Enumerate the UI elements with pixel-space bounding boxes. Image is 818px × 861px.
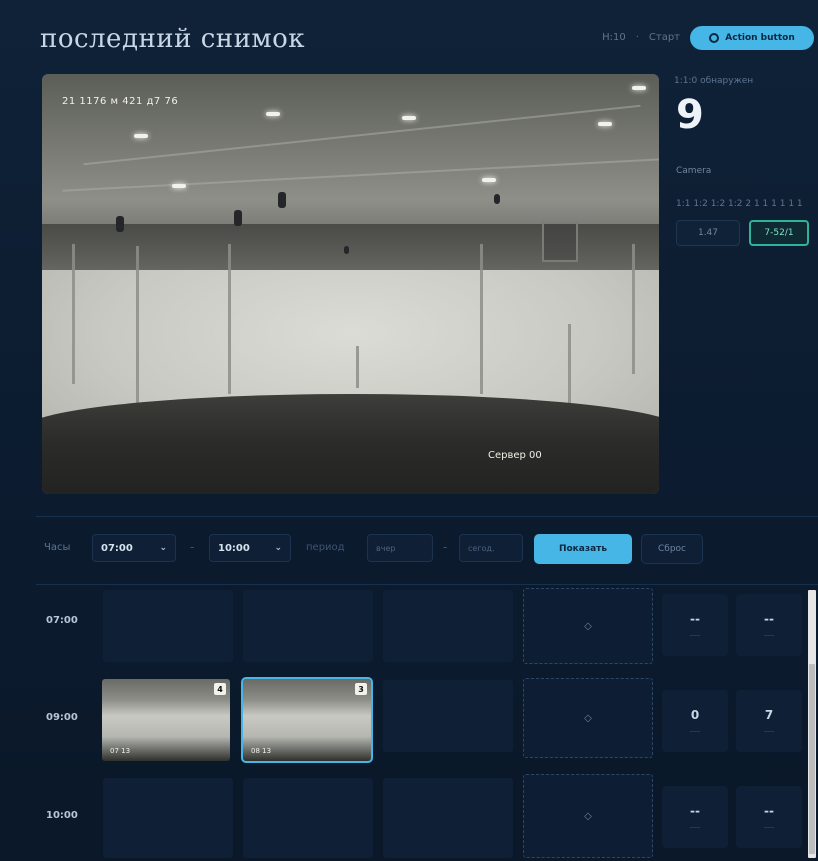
apply-button[interactable]: Показать (534, 534, 632, 564)
ceiling-lamp (632, 86, 646, 90)
ceiling-lamp (482, 178, 496, 182)
hour-to-value: 10:00 (218, 542, 250, 554)
date-label: период (306, 542, 345, 553)
stat-box: -- ----- (662, 786, 728, 848)
stat-box-label: ----- (689, 631, 701, 639)
snapshot-thumbnail-selected[interactable]: 3 08 13 (241, 677, 373, 763)
stat-box-label: ----- (689, 727, 701, 735)
stat-chip[interactable]: 1.47 (676, 220, 740, 246)
header-meta-label: Старт (648, 32, 680, 43)
ceiling-lamp (266, 112, 280, 116)
scrollbar[interactable] (808, 590, 816, 858)
ceiling-lamp (134, 134, 148, 138)
stat-box: 7 ----- (736, 690, 802, 752)
ceiling-beam (62, 158, 659, 192)
stat-box-label: ----- (763, 823, 775, 831)
stat-box-value: 0 (690, 707, 700, 722)
glass-post (72, 244, 75, 384)
stat-box-value: 7 (764, 707, 774, 722)
divider (36, 516, 818, 517)
grid-cell[interactable] (383, 680, 513, 752)
hour-to-select[interactable]: 10:00 ⌄ (209, 534, 291, 562)
range-dash: - (190, 540, 195, 554)
rink-boards (42, 394, 659, 494)
glass-post (228, 244, 231, 394)
player (234, 210, 242, 226)
hour-from-select[interactable]: 07:00 ⌄ (92, 534, 176, 562)
glass-post (632, 244, 635, 374)
grid-cell[interactable] (383, 590, 513, 662)
ceiling-lamp (172, 184, 186, 188)
empty-slot-icon: ◇ (584, 712, 592, 724)
empty-slot[interactable]: ◇ (523, 678, 653, 758)
glass-post (136, 246, 139, 426)
stat-box-label: ----- (689, 823, 701, 831)
chevron-down-icon: ⌄ (159, 543, 167, 553)
stat-box-value: -- (690, 611, 700, 626)
date-from-input[interactable]: вчер (367, 534, 433, 562)
hockey-goal (542, 222, 578, 262)
player (344, 246, 349, 254)
stat-box: -- ----- (662, 594, 728, 656)
camera-icon (709, 33, 720, 43)
stat-box-value: -- (764, 803, 774, 818)
detected-label: 1:1:0 обнаружен (674, 76, 754, 86)
camera-timestamp: 21 1176 м 421 д7 76 (62, 96, 179, 107)
row-time: 07:00 (46, 615, 78, 626)
page-title: последний снимок (40, 24, 306, 54)
stat-box: 0 ----- (662, 690, 728, 752)
date-to-input[interactable]: сегод. (459, 534, 523, 562)
grid-cell[interactable] (383, 778, 513, 858)
row-time: 09:00 (46, 712, 78, 723)
snapshot-thumbnail[interactable]: 4 07 13 (102, 679, 230, 761)
stat-box-label: ----- (763, 631, 775, 639)
glass-post (480, 244, 483, 394)
row-time: 10:00 (46, 810, 78, 821)
header-action-button[interactable]: Action button (690, 26, 814, 50)
chevron-down-icon: ⌄ (274, 543, 282, 553)
thumbnail-badge: 3 (355, 683, 367, 695)
grid-divider (36, 584, 818, 585)
detected-value: 9 (676, 92, 704, 138)
player (494, 194, 500, 204)
hours-label: Часы (44, 542, 71, 553)
reset-button[interactable]: Сброс (641, 534, 703, 564)
stat-chip-active[interactable]: 7-52/1 (749, 220, 809, 246)
scrollbar-thumb[interactable] (809, 664, 815, 854)
camera-snapshot[interactable]: 21 1176 м 421 д7 76 Сервер 00 (42, 74, 659, 494)
grid-cell[interactable] (243, 590, 373, 662)
empty-slot[interactable]: ◇ (523, 774, 653, 858)
ceiling-lamp (402, 116, 416, 120)
stat-box-label: ----- (763, 727, 775, 735)
stat-box-value: -- (764, 611, 774, 626)
player (278, 192, 286, 208)
thumbnail-time: 08 13 (251, 747, 272, 755)
detected-sub2: 1:1 1:2 1:2 1:2 2 1 1 1 1 1 1 (676, 199, 803, 209)
ceiling-lamp (598, 122, 612, 126)
grid-cell[interactable] (103, 590, 233, 662)
app-frame: последний снимок H:10 · Старт Action but… (0, 0, 818, 861)
stat-box: -- ----- (736, 594, 802, 656)
thumbnail-time: 07 13 (110, 747, 131, 755)
stat-box-value: -- (690, 803, 700, 818)
camera-label: Сервер 00 (488, 450, 542, 461)
glass-post (356, 346, 359, 388)
header-action-label: Action button (725, 33, 795, 43)
grid-cell[interactable] (103, 778, 233, 858)
thumbnail-badge: 4 (214, 683, 226, 695)
empty-slot-icon: ◇ (584, 620, 592, 632)
empty-slot[interactable]: ◇ (523, 588, 653, 664)
header-meta-time: H:10 (602, 32, 626, 43)
header-meta-dot: · (635, 32, 639, 43)
empty-slot-icon: ◇ (584, 810, 592, 822)
player (116, 216, 124, 232)
date-dash: - (443, 540, 448, 554)
stat-box: -- ----- (736, 786, 802, 848)
ceiling-beam (83, 104, 641, 166)
grid-cell[interactable] (243, 778, 373, 858)
detected-sub: Camera (676, 166, 712, 176)
header-meta: H:10 · Старт (602, 32, 680, 43)
hour-from-value: 07:00 (101, 542, 133, 554)
glass-post (568, 324, 571, 404)
